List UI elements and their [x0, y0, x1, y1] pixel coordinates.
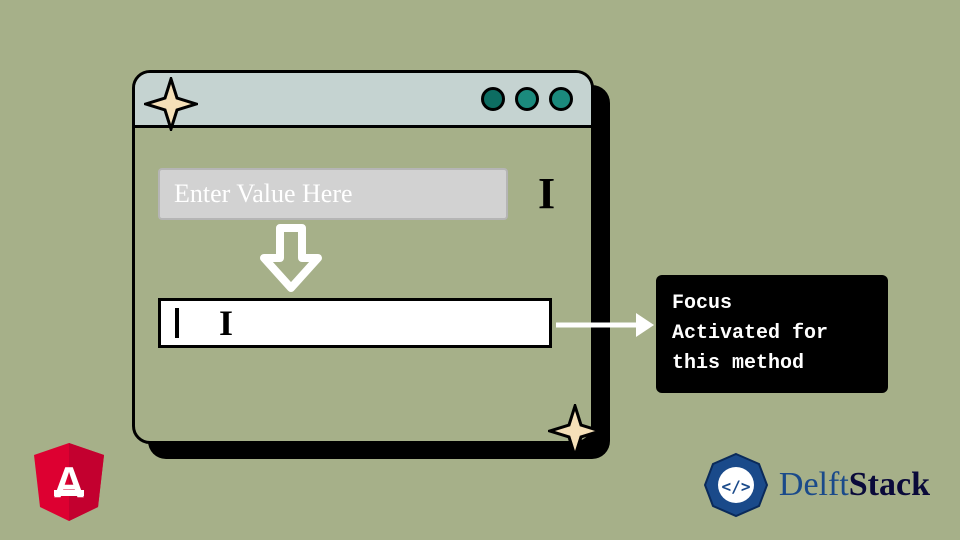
tooltip-line: Activated for	[672, 319, 872, 349]
delftstack-logo: </> DelftStack	[701, 450, 930, 520]
sparkle-icon	[144, 77, 198, 136]
window-dot-icon[interactable]	[549, 87, 573, 111]
delftstack-badge-icon: </>	[701, 450, 771, 520]
window-dot-icon[interactable]	[481, 87, 505, 111]
delftstack-wordmark: DelftStack	[779, 466, 930, 504]
input-placeholder-field: Enter Value Here	[158, 168, 508, 220]
svg-text:A: A	[53, 458, 85, 507]
app-window	[132, 70, 594, 444]
logo-text-prefix: Delft	[779, 466, 849, 503]
sparkle-icon	[548, 404, 602, 463]
tooltip-line: this method	[672, 349, 872, 379]
text-cursor-icon: I	[219, 305, 233, 341]
arrow-right-icon	[556, 311, 656, 344]
angular-logo-icon: A	[30, 441, 108, 528]
input-focused-field[interactable]: I	[158, 298, 552, 348]
focus-tooltip: Focus Activated for this method	[656, 275, 888, 393]
text-caret-icon	[175, 308, 179, 338]
tooltip-line: Focus	[672, 289, 872, 319]
input-placeholder-text: Enter Value Here	[174, 179, 353, 209]
window-titlebar	[135, 73, 591, 128]
svg-text:</>: </>	[721, 477, 750, 496]
window-controls	[481, 87, 573, 111]
arrow-down-icon	[256, 224, 326, 301]
window-dot-icon[interactable]	[515, 87, 539, 111]
text-cursor-icon: I	[538, 168, 555, 219]
logo-text-suffix: Stack	[849, 466, 930, 503]
